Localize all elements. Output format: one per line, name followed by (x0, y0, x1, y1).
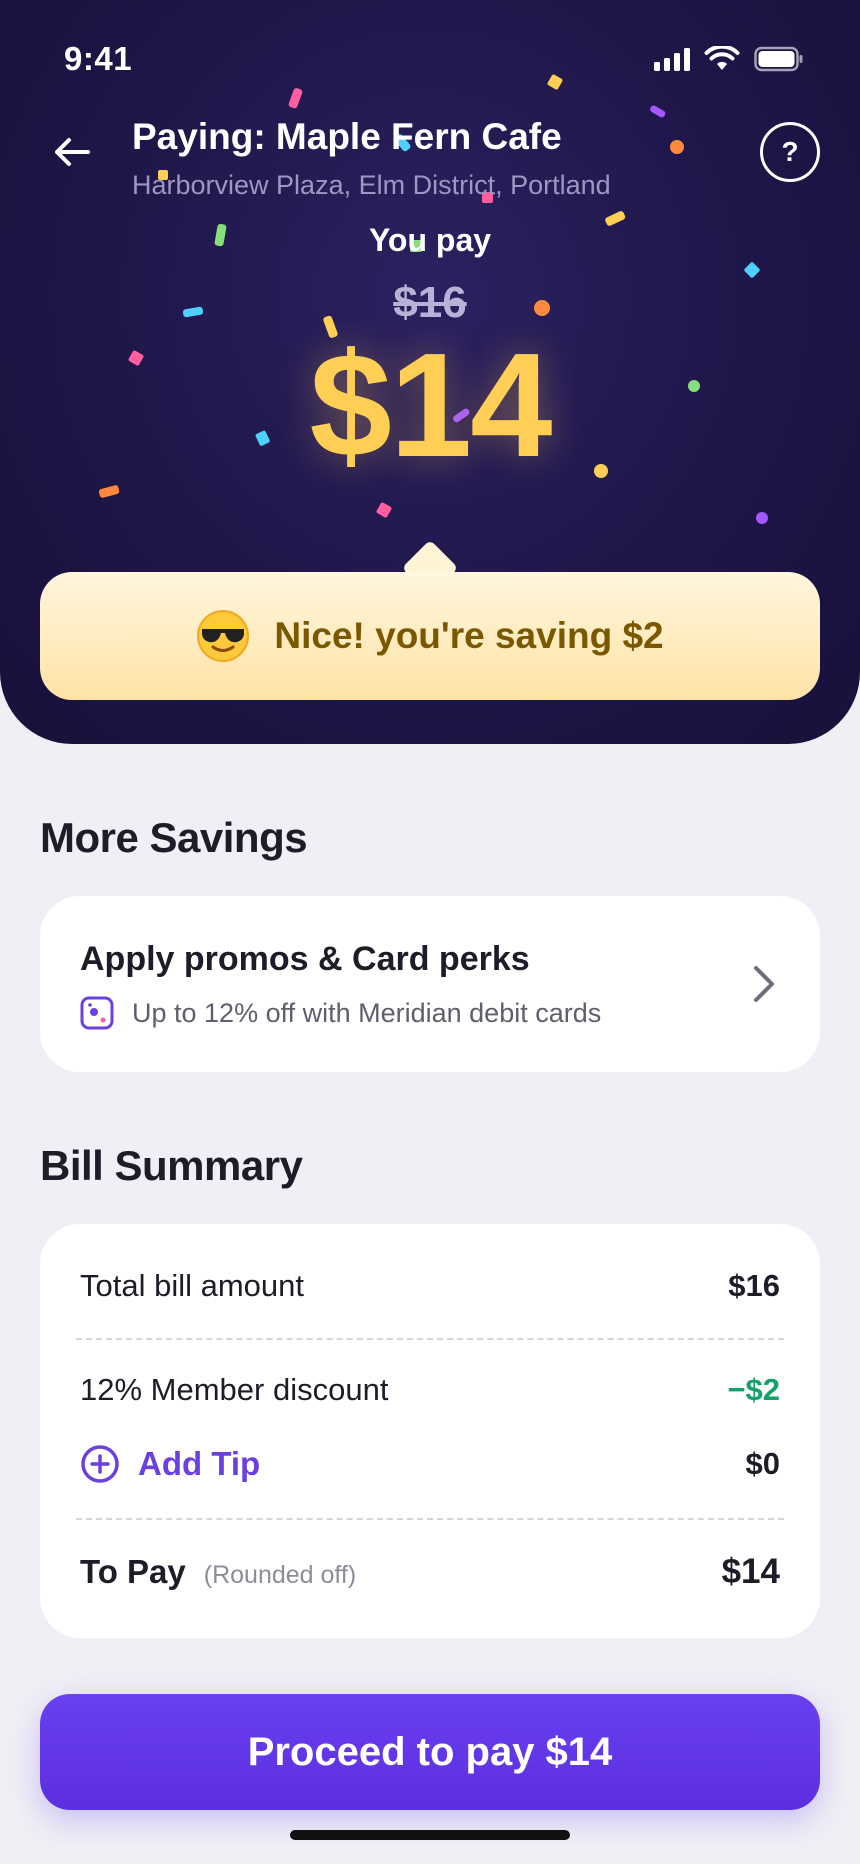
add-tip-label: Add Tip (138, 1445, 261, 1482)
proceed-to-pay-button[interactable]: Proceed to pay $14 (40, 1694, 820, 1810)
rounded-off-note: (Rounded off) (203, 1561, 357, 1589)
final-amount: $14 (309, 323, 553, 488)
merchant-address: Harborview Plaza, Elm District, Portland (132, 170, 611, 200)
divider (76, 1518, 784, 1520)
total-bill-value: $16 (728, 1268, 780, 1303)
promo-title: Apply promos & Card perks (80, 940, 530, 978)
you-pay-label: You pay (368, 222, 492, 258)
discount-label: 12% Member discount (80, 1372, 389, 1407)
merchant-name: Paying: Maple Fern Cafe (132, 116, 562, 157)
to-pay-row: To Pay (Rounded off) $14 (80, 1552, 780, 1592)
total-bill-row: Total bill amount $16 (80, 1268, 780, 1304)
to-pay-value: $14 (721, 1552, 780, 1591)
bill-summary-card: Total bill amount $16 12% Member discoun… (40, 1224, 820, 1638)
more-savings-title: More Savings (40, 814, 308, 861)
bill-summary-title: Bill Summary (40, 1142, 303, 1189)
payment-hero: 9:41 Paying: Maple Fern Cafe Harborview … (0, 0, 860, 744)
add-tip-button[interactable]: Add Tip (80, 1444, 260, 1484)
status-bar: 9:41 (0, 0, 860, 100)
saving-message: Nice! you're saving $2 (274, 615, 664, 656)
arrow-left-icon (55, 138, 90, 166)
back-button[interactable] (48, 128, 96, 176)
discount-value: −$2 (727, 1372, 780, 1407)
help-button[interactable]: ? (760, 122, 820, 182)
tip-value: $0 (745, 1446, 780, 1481)
tip-row: Add Tip $0 (80, 1444, 780, 1484)
discount-row: 12% Member discount −$2 (80, 1372, 780, 1408)
cellular-signal-icon (654, 47, 690, 71)
promo-subtitle: Up to 12% off with Meridian debit cards (132, 997, 602, 1028)
total-bill-label: Total bill amount (80, 1268, 305, 1303)
plus-circle-icon (81, 1445, 119, 1483)
card-perk-icon (80, 996, 114, 1030)
to-pay-label: To Pay (80, 1553, 186, 1590)
sunglasses-emoji-icon (197, 610, 250, 662)
original-amount: $16 (393, 278, 467, 327)
saving-banner: Nice! you're saving $2 (40, 572, 820, 700)
home-indicator (290, 1830, 570, 1840)
status-time: 9:41 (64, 40, 133, 77)
promos-card[interactable]: Apply promos & Card perks Up to 12% off … (40, 896, 820, 1072)
divider (76, 1338, 784, 1340)
battery-icon (754, 46, 803, 72)
question-mark-icon: ? (781, 136, 799, 167)
wifi-icon (704, 46, 740, 70)
chevron-right-icon (754, 966, 774, 1002)
